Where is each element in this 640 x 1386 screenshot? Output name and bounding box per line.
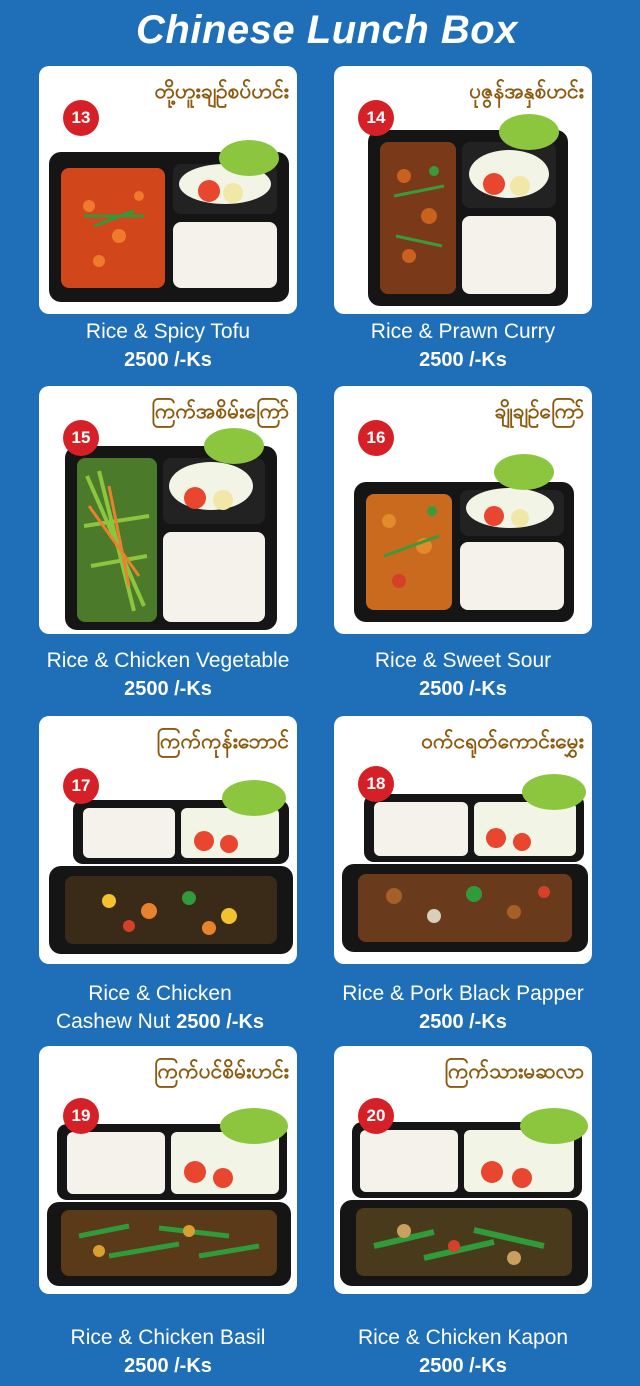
item-myanmar-name: ကြက်ကုန်းဘောင် <box>156 729 289 753</box>
menu-card-20[interactable]: 20 ကြက်သားမဆလာ <box>334 1046 592 1294</box>
item-name: Rice & Pork Black Papper <box>342 982 584 1005</box>
menu-caption-13: Rice & Spicy Tofu 2500 /-Ks <box>8 318 328 374</box>
menu-card-14[interactable]: 14 ပုဇွန်အနှစ်ဟင်း <box>334 66 592 314</box>
item-myanmar-name: ကြက်အစိမ်းကြော် <box>151 399 289 423</box>
item-name-cont: Cashew Nut <box>55 1010 171 1033</box>
item-number-badge: 20 <box>358 1098 394 1134</box>
item-myanmar-name: ကြက်သားမဆလာ <box>444 1059 584 1083</box>
item-price: 2500 /-Ks <box>124 1355 212 1377</box>
item-number-badge: 17 <box>63 768 99 804</box>
item-myanmar-name: တို့ဟူးချဥ်စပ်ဟင်း <box>154 79 289 103</box>
menu-card-13[interactable]: 13 တို့ဟူးချဥ်စပ်ဟင်း <box>39 66 297 314</box>
item-number-badge: 16 <box>358 420 394 456</box>
menu-caption-18: Rice & Pork Black Papper 2500 /-Ks <box>303 980 623 1036</box>
item-name-line2: Cashew Nut 2500 /-Ks <box>0 1008 320 1036</box>
item-price: 2500 /-Ks <box>176 1011 265 1033</box>
menu-caption-15: Rice & Chicken Vegetable 2500 /-Ks <box>8 647 328 703</box>
item-name: Rice & Sweet Sour <box>374 649 552 672</box>
menu-caption-20: Rice & Chicken Kapon 2500 /-Ks <box>303 1324 623 1380</box>
item-name: Rice & Chicken Kapon <box>357 1326 569 1349</box>
item-price: 2500 /-Ks <box>124 678 212 700</box>
item-price: 2500 /-Ks <box>419 678 507 700</box>
item-number-badge: 15 <box>63 420 99 456</box>
item-name: Rice & Chicken Basil <box>70 1326 266 1349</box>
menu-card-16[interactable]: 16 ချိုချဥ်ကြော် <box>334 386 592 634</box>
menu-card-15[interactable]: 15 ကြက်အစိမ်းကြော် <box>39 386 297 634</box>
menu-caption-19: Rice & Chicken Basil 2500 /-Ks <box>8 1324 328 1380</box>
item-myanmar-name: ချိုချဥ်ကြော် <box>494 399 584 423</box>
item-name: Rice & Spicy Tofu <box>85 320 251 343</box>
item-number-badge: 19 <box>63 1098 99 1134</box>
menu-card-17[interactable]: 17 ကြက်ကုန်းဘောင် <box>39 716 297 964</box>
item-myanmar-name: ဝက်ငရုတ်ကောင်းမွှေး <box>421 729 584 753</box>
page-title: Chinese Lunch Box <box>136 8 518 52</box>
item-name: Rice & Prawn Curry <box>370 320 556 343</box>
item-name: Rice & Chicken Vegetable <box>46 649 290 672</box>
item-number-badge: 18 <box>358 766 394 802</box>
item-myanmar-name: ပုဇွန်အနှစ်ဟင်း <box>469 79 584 103</box>
item-myanmar-name: ကြက်ပင်စိမ်းဟင်း <box>154 1059 289 1083</box>
item-price: 2500 /-Ks <box>124 349 212 371</box>
menu-caption-17: Rice & Chicken Cashew Nut 2500 /-Ks <box>0 980 320 1036</box>
item-number-badge: 14 <box>358 100 394 136</box>
item-name: Rice & Chicken <box>88 982 232 1005</box>
item-number-badge: 13 <box>63 100 99 136</box>
item-price: 2500 /-Ks <box>419 1011 507 1033</box>
menu-card-18[interactable]: 18 ဝက်ငရုတ်ကောင်းမွှေး <box>334 716 592 964</box>
item-price: 2500 /-Ks <box>419 349 507 371</box>
item-price: 2500 /-Ks <box>419 1355 507 1377</box>
menu-caption-14: Rice & Prawn Curry 2500 /-Ks <box>303 318 623 374</box>
menu-caption-16: Rice & Sweet Sour 2500 /-Ks <box>303 647 623 703</box>
menu-card-19[interactable]: 19 ကြက်ပင်စိမ်းဟင်း <box>39 1046 297 1294</box>
